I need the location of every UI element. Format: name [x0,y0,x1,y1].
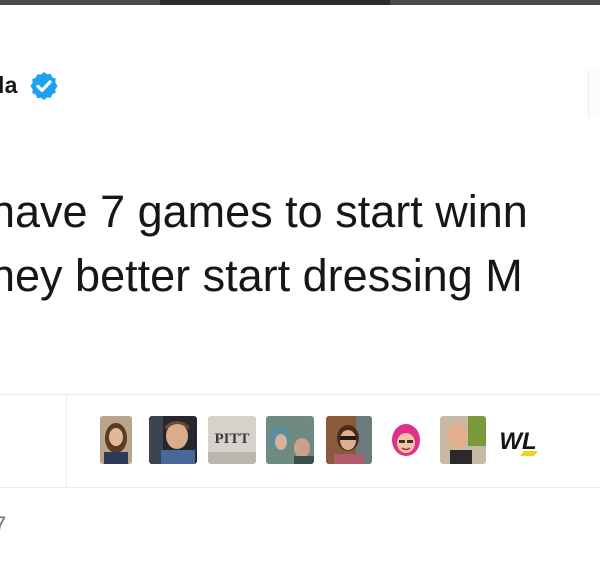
liker-avatar-5[interactable] [326,416,372,464]
tweet-line-1: have 7 games to start winn [0,186,528,237]
follow-button-edge[interactable] [588,70,600,118]
liker-avatar-2[interactable] [149,416,197,464]
liker-avatar-6[interactable] [388,416,424,464]
tweet-stats-row: PITT WL [0,394,600,488]
tweet-text: have 7 games to start winn ney better st… [0,180,528,308]
liker-avatar-4[interactable] [266,416,314,464]
liker-avatar-3[interactable]: PITT [208,416,256,464]
liker-avatar-1[interactable] [100,416,132,464]
author-name[interactable]: la [0,72,18,99]
pitt-logo-text: PITT [214,431,249,447]
stats-divider [66,395,67,487]
liker-avatar-7[interactable] [440,416,486,464]
wl-logo-text: WL [499,428,536,455]
liker-avatar-8[interactable]: WL [494,416,542,464]
verified-badge-icon [30,72,58,100]
tweet-line-2: ney better start dressing M [0,250,523,301]
top-strip [0,0,600,5]
tweet-timestamp: 7 [0,512,7,537]
